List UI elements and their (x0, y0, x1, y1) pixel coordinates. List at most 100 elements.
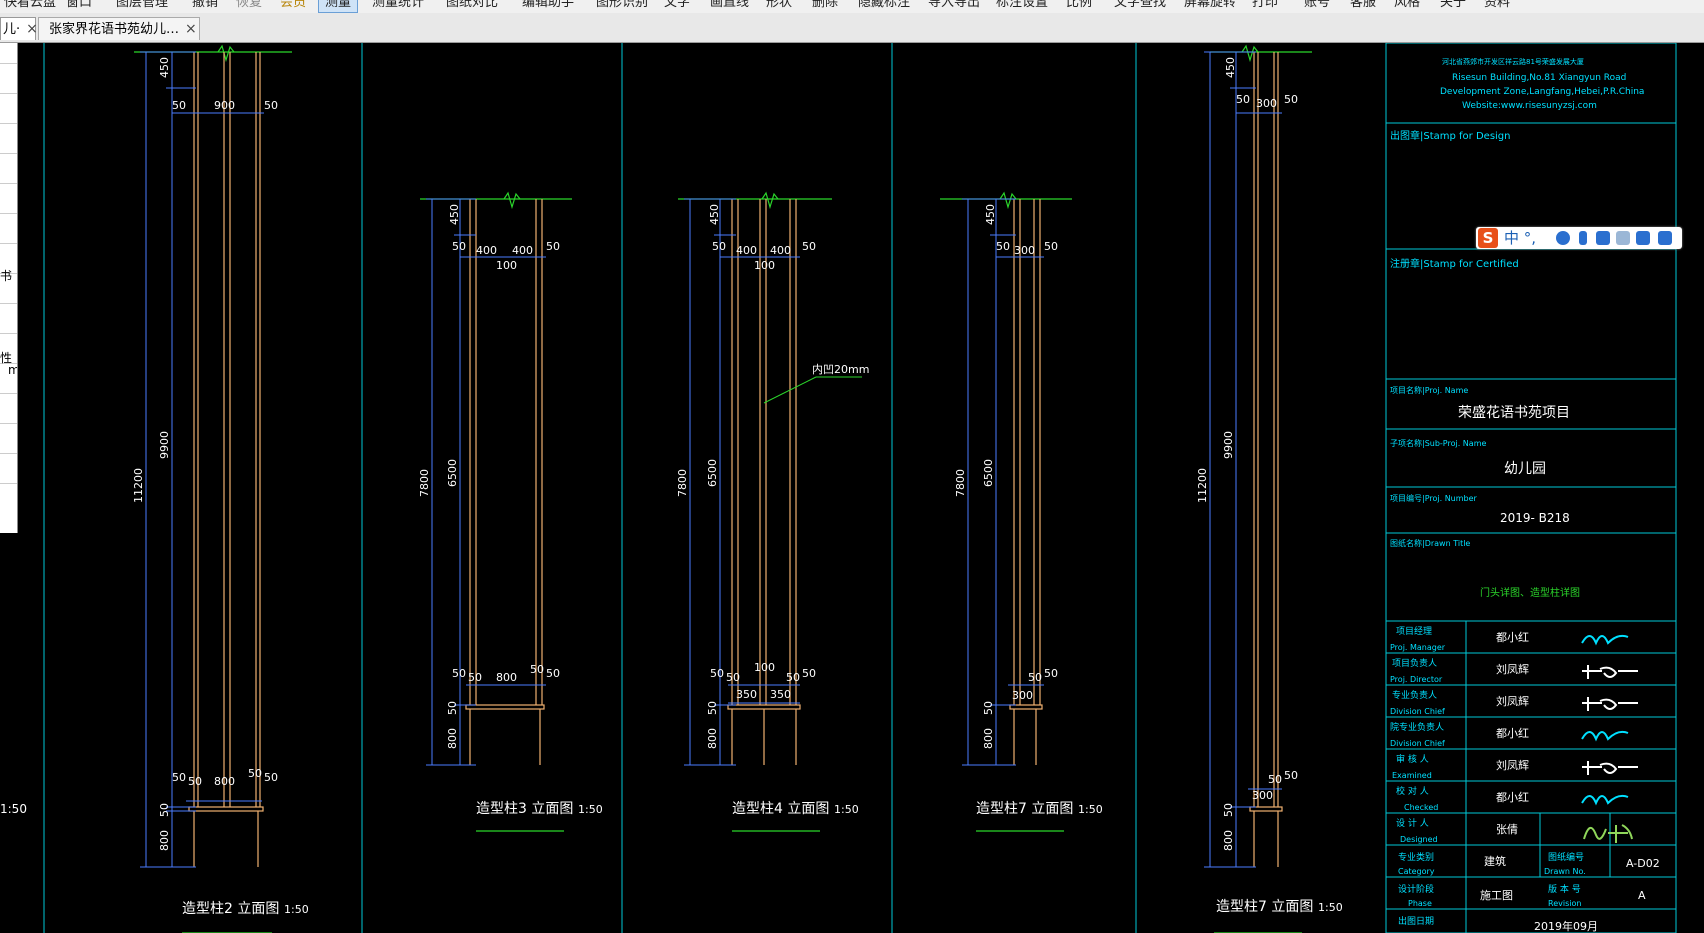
dim-label: 100 (754, 259, 775, 272)
dim-label: 800 (982, 728, 995, 749)
emoji-icon[interactable] (1556, 231, 1570, 245)
dim-label: 50 (248, 767, 262, 780)
view-separators (43, 43, 1137, 933)
dim-label: 50 (982, 701, 995, 715)
revision-value: A (1638, 889, 1646, 902)
ime-mode[interactable]: 中 °, (1504, 228, 1536, 248)
close-icon[interactable]: × (26, 21, 38, 37)
keyboard-icon[interactable] (1596, 231, 1610, 245)
menu-about[interactable]: 关于 (1440, 0, 1466, 12)
menu-hide-annotation[interactable]: 隐藏标注 (858, 0, 910, 12)
menu-support[interactable]: 客服 (1350, 0, 1376, 12)
stamp-design-label: 出图章|Stamp for Design (1390, 129, 1511, 142)
dim-label: 50 (452, 667, 466, 680)
title-block: 河北省燕郊市开发区祥云路81号荣盛发展大厦 Risesun Building,N… (1385, 43, 1677, 933)
menu-member[interactable]: 会员 (280, 0, 306, 12)
dim-label: 400 (770, 244, 791, 257)
dim-label: 50 (1284, 93, 1298, 106)
dim-label: 50 (786, 671, 800, 684)
dim-label: 450 (158, 57, 171, 78)
menu-undo[interactable]: 撤销 (192, 0, 218, 12)
dim-label: 450 (984, 204, 997, 225)
role-label-cn: 院专业负责人 (1390, 721, 1444, 733)
menu-scale[interactable]: 比例 (1066, 0, 1092, 12)
category-value: 建筑 (1484, 854, 1506, 868)
dim-label: 50 (546, 667, 560, 680)
column-4-elevation: 内凹20mm 450 50 400 400 50 100 7800 6500 5… (676, 191, 869, 832)
personnel-row: 项目经理 Proj. Manager 都小红 (1390, 625, 1629, 652)
column-2-elevation: 450 50 900 50 11200 9900 50 50 800 50 50… (132, 44, 309, 933)
tab-drawing-1[interactable]: 儿· × (0, 17, 38, 40)
dim-label: 450 (708, 204, 721, 225)
role-label-cn: 项目负责人 (1392, 657, 1437, 669)
dim-label: 50 (1028, 671, 1042, 684)
dim-label: 100 (496, 259, 517, 272)
personnel-row: 项目负责人 Proj. Director 刘凤辉 (1390, 657, 1638, 684)
dim-label: 450 (1224, 57, 1237, 78)
menu-account[interactable]: 账号 (1304, 0, 1330, 12)
menu-resources[interactable]: 资料 (1484, 0, 1510, 12)
menu-print[interactable]: 打印 (1252, 0, 1278, 12)
menu-window[interactable]: 窗口 (66, 0, 92, 12)
menu-shape[interactable]: 形状 (766, 0, 792, 12)
menu-measure-stats[interactable]: 测量统计 (372, 0, 424, 12)
sogou-logo-icon[interactable]: S (1478, 228, 1498, 248)
menu-layer-manager[interactable]: 图层管理 (116, 0, 168, 12)
proj-name-label: 项目名称|Proj. Name (1390, 385, 1468, 395)
microphone-icon[interactable] (1579, 231, 1587, 245)
role-label-en: Checked (1404, 803, 1438, 812)
date-value: 2019年09月 (1534, 919, 1598, 933)
dim-label: 50 (1044, 240, 1058, 253)
phase-label-en: Phase (1408, 899, 1432, 908)
menu-redo[interactable]: 恢复 (236, 0, 262, 12)
menu-draw-line[interactable]: 画直线 (710, 0, 749, 12)
role-label-cn: 校 对 人 (1396, 785, 1429, 797)
menu-measure[interactable]: 测量 (318, 0, 359, 13)
view-scale: 1:50 (0, 802, 27, 816)
dim-label: 800 (496, 671, 517, 684)
drawing-canvas[interactable]: .dim{stroke:#4a7dff;stroke-width:1;fill:… (0, 43, 1704, 933)
dim-label: 7800 (418, 469, 431, 497)
menu-cloud-drive[interactable]: 快看云盘 (4, 0, 56, 12)
menu-delete[interactable]: 删除 (812, 0, 838, 12)
signature-image (1582, 665, 1638, 679)
panel-label: 书 (0, 269, 13, 283)
revision-label: 版 本 号 (1548, 883, 1581, 895)
menu-annotation-settings[interactable]: 标注设置 (996, 0, 1048, 12)
view-title: 造型柱7 立面图 (1216, 899, 1313, 915)
role-label-en: Division Chief (1390, 707, 1445, 716)
menu-text-search[interactable]: 文字查找 (1114, 0, 1166, 12)
view-title: 造型柱7 立面图 (976, 801, 1073, 817)
dim-label: 7800 (954, 469, 967, 497)
dim-label: 800 (706, 728, 719, 749)
close-icon[interactable]: × (185, 21, 197, 37)
dim-label: 400 (512, 244, 533, 257)
dim-label: 800 (1222, 830, 1235, 851)
menu-shape-recognition[interactable]: 图形识别 (596, 0, 648, 12)
menu-text[interactable]: 文字 (664, 0, 690, 12)
grid-menu-icon[interactable] (1658, 231, 1672, 245)
dim-label: 50 (706, 701, 719, 715)
left-tool-panel[interactable]: 书 性 m (0, 43, 18, 533)
person-name: 刘凤辉 (1496, 759, 1529, 772)
dim-label: 50 (802, 667, 816, 680)
date-label: 出图日期 (1398, 915, 1434, 927)
dim-label: 6500 (706, 459, 719, 487)
menu-edit-assistant[interactable]: 编辑助手 (522, 0, 574, 12)
dim-label: 300 (1012, 689, 1033, 702)
tab-label: 儿· (3, 22, 21, 37)
dim-label: 50 (712, 240, 726, 253)
menu-import-export[interactable]: 导入导出 (928, 0, 980, 12)
user-icon[interactable] (1616, 231, 1630, 245)
skin-icon[interactable] (1636, 231, 1650, 245)
tab-drawing-2[interactable]: 张家界花语书苑幼儿… × (38, 17, 200, 40)
menu-style[interactable]: 风格 (1394, 0, 1420, 12)
proj-number-label: 项目编号|Proj. Number (1390, 493, 1478, 503)
ime-toolbar[interactable]: S 中 °, (1476, 227, 1682, 249)
menu-screen-rotate[interactable]: 屏幕旋转 (1184, 0, 1236, 12)
dim-label: 300 (1014, 244, 1035, 257)
dim-label: 9900 (158, 431, 171, 459)
annotation-note: 内凹20mm (812, 362, 869, 376)
phase-label: 设计阶段 (1398, 883, 1434, 895)
menu-compare[interactable]: 图纸对比 (446, 0, 498, 12)
